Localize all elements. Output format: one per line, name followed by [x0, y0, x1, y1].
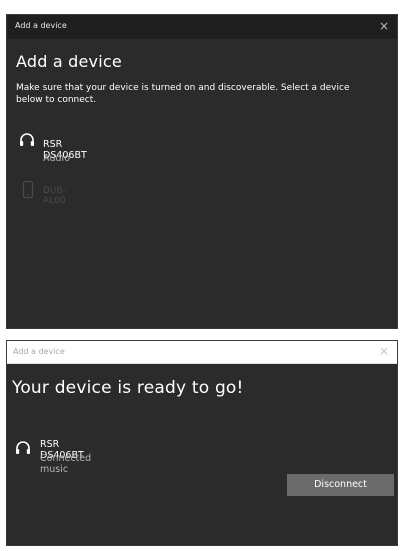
dialog-heading: Add a device [16, 52, 122, 71]
instructions-text: Make sure that your device is turned on … [16, 83, 350, 105]
dialog-heading: Your device is ready to go! [12, 378, 244, 398]
window-title: Add a device [13, 347, 65, 356]
close-icon[interactable]: × [379, 19, 389, 33]
device-status: Connected music [40, 453, 92, 475]
close-icon[interactable]: × [379, 344, 389, 358]
device-type: Audio [43, 153, 71, 164]
phone-icon [21, 180, 39, 199]
headphones-icon [14, 439, 32, 457]
title-bar: Add a device × [7, 15, 397, 39]
title-bar: Add a device × [7, 341, 397, 364]
headphones-icon [18, 131, 36, 149]
device-name: DUB-AL00 [43, 186, 66, 206]
device-ready-dialog: Add a device × Your device is ready to g… [6, 340, 398, 546]
window-title: Add a device [15, 21, 67, 30]
disconnect-button[interactable]: Disconnect [287, 474, 394, 496]
page: Add a device × Add a device Make sure th… [0, 0, 402, 551]
add-device-dialog: Add a device × Add a device Make sure th… [6, 14, 398, 329]
